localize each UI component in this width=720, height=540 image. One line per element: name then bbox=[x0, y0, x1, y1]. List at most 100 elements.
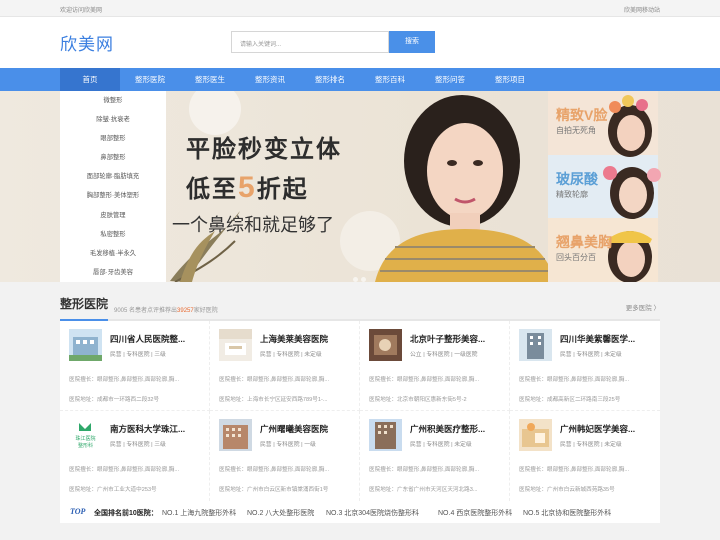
ranking-item[interactable]: NO.5 北京协和医院整形外科 bbox=[523, 508, 611, 518]
promo-card-vface[interactable]: 精致V脸 自拍无死角 bbox=[548, 91, 658, 153]
hospital-thumbnail[interactable] bbox=[219, 329, 252, 361]
search-input[interactable]: 请输入关键词... bbox=[231, 31, 389, 53]
carousel-dot[interactable] bbox=[353, 277, 358, 282]
side-menu-item[interactable]: 鼻部整形 bbox=[60, 148, 166, 167]
nav-item-doctors[interactable]: 整形医生 bbox=[180, 68, 240, 91]
hospital-address: 医院地址：广州市白云区新市镇棠涌西街1号 bbox=[219, 487, 329, 493]
hospital-name[interactable]: 广州积美医疗整形... bbox=[410, 423, 502, 435]
carousel-dot[interactable] bbox=[361, 277, 366, 282]
hospital-name[interactable]: 广州曙曦美容医院 bbox=[260, 423, 352, 435]
side-menu-item[interactable]: 眼部整形 bbox=[60, 129, 166, 148]
promo-card-subtitle: 自拍无死角 bbox=[556, 126, 596, 135]
hero-banner[interactable]: 微整形 除皱·抗衰老 眼部整形 鼻部整形 面部轮廓·脂肪填充 胸部整形·美体塑形… bbox=[0, 91, 720, 282]
main-nav: 首页 整形医院 整形医生 整形资讯 整形排名 整形百科 整形问答 整形项目 bbox=[0, 68, 720, 91]
hospital-card[interactable]: 珠江医院 整形科 南方医科大学珠江... 民营 | 专科医院 | 三级 医院擅长：… bbox=[60, 411, 210, 501]
nav-item-news[interactable]: 整形资讯 bbox=[240, 68, 300, 91]
hospital-card[interactable]: 四川华美紫馨医学... 民营 | 专科医院 | 未定级 医院擅长：眼部整形,鼻部… bbox=[510, 321, 660, 411]
hospital-tags: 公立 | 专科医院 | 一级医院 bbox=[410, 352, 478, 358]
banner-headline: 平脸秒变立体 bbox=[186, 136, 342, 163]
ranking-item[interactable]: NO.1 上海九院整形外科 bbox=[162, 508, 236, 518]
section-sub-text-1: 名患者点评推荐出 bbox=[129, 308, 178, 314]
hospital-name[interactable]: 四川华美紫馨医学... bbox=[560, 333, 652, 345]
banner-sub-prefix: 低至 bbox=[186, 176, 238, 203]
svg-text:珠江医院: 珠江医院 bbox=[75, 435, 95, 442]
hospital-thumbnail[interactable] bbox=[519, 419, 552, 451]
hospital-tags: 民营 | 专科医院 | 三级 bbox=[110, 352, 166, 358]
hospital-address: 医院地址：广州市白云新城西苑路35号 bbox=[519, 487, 615, 493]
hospital-card[interactable]: 广州韩妃医学美容... 民营 | 专科医院 | 未定级 医院擅长：眼部整形,鼻部… bbox=[510, 411, 660, 501]
promo-card-subtitle: 回头百分百 bbox=[556, 253, 596, 262]
hospital-name[interactable]: 南方医科大学珠江... bbox=[110, 423, 202, 435]
hospital-card[interactable]: 广州积美医疗整形... 民营 | 专科医院 | 未定级 医院擅长：眼部整形,鼻部… bbox=[360, 411, 510, 501]
hospital-thumbnail[interactable] bbox=[369, 329, 402, 361]
ranking-label: 全国排名前10医院： bbox=[94, 510, 158, 517]
more-hospitals-link[interactable]: 更多医院 〉 bbox=[626, 302, 660, 312]
side-menu-item[interactable]: 胸部整形·美体塑形 bbox=[60, 186, 166, 205]
category-side-menu: 微整形 除皱·抗衰老 眼部整形 鼻部整形 面部轮廓·脂肪填充 胸部整形·美体塑形… bbox=[60, 91, 166, 282]
ranking-item[interactable]: NO.4 西京医院整形外科 bbox=[438, 508, 512, 518]
hospital-card[interactable]: 四川省人民医院整... 民营 | 专科医院 | 三级 医院擅长：眼部整形,鼻部整… bbox=[60, 321, 210, 411]
top-bar: 欢迎访问欣美网 欣美网移动站 bbox=[0, 0, 720, 17]
hospital-name[interactable]: 北京叶子整形美容... bbox=[410, 333, 502, 345]
hospital-tags: 民营 | 专科医院 | 一级 bbox=[260, 442, 316, 448]
carousel-dots[interactable] bbox=[353, 269, 369, 282]
hospital-tags: 民营 | 专科医院 | 未定级 bbox=[260, 352, 322, 358]
side-menu-item[interactable]: 毛发移植·半永久 bbox=[60, 244, 166, 263]
hospital-address: 医院地址：广东省广州市天河区天河北路3... bbox=[369, 487, 478, 493]
nav-item-ranking[interactable]: 整形排名 bbox=[300, 68, 360, 91]
hospital-name[interactable]: 四川省人民医院整... bbox=[110, 333, 202, 345]
hospital-tags: 民营 | 专科医院 | 三级 bbox=[110, 442, 166, 448]
nav-item-encyclopedia[interactable]: 整形百科 bbox=[360, 68, 420, 91]
side-menu-item[interactable]: 除皱·抗衰老 bbox=[60, 110, 166, 129]
promo-card-subtitle: 精致轮廓 bbox=[556, 190, 588, 199]
hospital-address: 医院地址：广州市工业大道中253号 bbox=[69, 487, 157, 493]
hospital-specialties: 医院擅长：眼部整形,鼻部整形,面部轮廓,胸... bbox=[69, 377, 180, 383]
promo-card-title: 翘鼻美胸 bbox=[556, 234, 612, 250]
hospital-tags: 民营 | 专科医院 | 未定级 bbox=[560, 442, 622, 448]
hospital-card[interactable]: 广州曙曦美容医院 民营 | 专科医院 | 一级 医院擅长：眼部整形,鼻部整形,面… bbox=[210, 411, 360, 501]
hospital-thumbnail[interactable] bbox=[219, 419, 252, 451]
ranking-item[interactable]: NO.3 北京304医院烧伤整形科 bbox=[326, 508, 419, 518]
nav-item-hospitals[interactable]: 整形医院 bbox=[120, 68, 180, 91]
hospital-card[interactable]: 北京叶子整形美容... 公立 | 专科医院 | 一级医院 医院擅长：眼部整形,鼻… bbox=[360, 321, 510, 411]
side-menu-item[interactable]: 微整形 bbox=[60, 91, 166, 110]
side-menu-item[interactable]: 唇部·牙齿美容 bbox=[60, 263, 166, 282]
hospital-name[interactable]: 广州韩妃医学美容... bbox=[560, 423, 652, 435]
nav-item-projects[interactable]: 整形项目 bbox=[480, 68, 540, 91]
search-button[interactable]: 搜索 bbox=[389, 31, 435, 53]
section-subtitle: 9005 名患者点评推荐出39257家好医院 bbox=[114, 305, 218, 314]
promo-card-title: 精致V脸 bbox=[556, 107, 608, 123]
banner-sub-suffix: 折起 bbox=[256, 176, 309, 203]
banner-tagline: 一个鼻综和就足够了 bbox=[172, 215, 334, 235]
hospital-address: 医院地址：成都高新区二环路南三段25号 bbox=[519, 397, 621, 403]
hospital-card[interactable]: 上海美莱美容医院 民营 | 专科医院 | 未定级 医院擅长：眼部整形,鼻部整形,… bbox=[210, 321, 360, 411]
mobile-site-link[interactable]: 欣美网移动站 bbox=[624, 5, 660, 14]
header: 欣美网 请输入关键词... 搜索 bbox=[0, 17, 720, 68]
hospital-name[interactable]: 上海美莱美容医院 bbox=[260, 333, 352, 345]
hospital-grid: 四川省人民医院整... 民营 | 专科医院 | 三级 医院擅长：眼部整形,鼻部整… bbox=[60, 321, 660, 501]
side-menu-item[interactable]: 私密整形 bbox=[60, 225, 166, 244]
hospital-specialties: 医院擅长：眼部整形,鼻部整形,面部轮廓,胸... bbox=[519, 467, 630, 473]
hospital-specialties: 医院擅长：眼部整形,鼻部整形,面部轮廓,胸... bbox=[219, 377, 330, 383]
nav-item-home[interactable]: 首页 bbox=[60, 68, 120, 91]
hospital-tags: 民营 | 专科医院 | 未定级 bbox=[410, 442, 472, 448]
ranking-bar: TOP 全国排名前10医院： NO.1 上海九院整形外科 NO.2 八大处整形医… bbox=[60, 501, 660, 523]
welcome-text: 欢迎访问欣美网 bbox=[60, 8, 103, 14]
hospital-thumbnail[interactable] bbox=[69, 329, 102, 361]
promo-card-hyaluronic[interactable]: 玻尿酸 精致轮廓 bbox=[548, 155, 658, 217]
hospital-thumbnail[interactable] bbox=[369, 419, 402, 451]
top-badge-icon: TOP bbox=[70, 507, 86, 516]
hospital-specialties: 医院擅长：眼部整形,鼻部整形,面部轮廓,胸... bbox=[369, 377, 480, 383]
nav-item-qa[interactable]: 整形问答 bbox=[420, 68, 480, 91]
site-logo[interactable]: 欣美网 bbox=[60, 30, 114, 55]
side-menu-item[interactable]: 面部轮廓·脂肪填充 bbox=[60, 167, 166, 186]
hospital-specialties: 医院擅长：眼部整形,鼻部整形,面部轮廓,胸... bbox=[369, 467, 480, 473]
hospital-tags: 民营 | 专科医院 | 未定级 bbox=[560, 352, 622, 358]
hospital-thumbnail[interactable]: 珠江医院 整形科 bbox=[69, 419, 102, 451]
section-sub-text-2: 家好医院 bbox=[193, 308, 218, 314]
side-menu-item[interactable]: 皮肤管理 bbox=[60, 206, 166, 225]
hospital-thumbnail[interactable] bbox=[519, 329, 552, 361]
banner-sub-number: 5 bbox=[238, 171, 257, 204]
ranking-item[interactable]: NO.2 八大处整形医院 bbox=[247, 508, 314, 518]
promo-card-nose[interactable]: 翘鼻美胸 回头百分百 bbox=[548, 218, 658, 280]
